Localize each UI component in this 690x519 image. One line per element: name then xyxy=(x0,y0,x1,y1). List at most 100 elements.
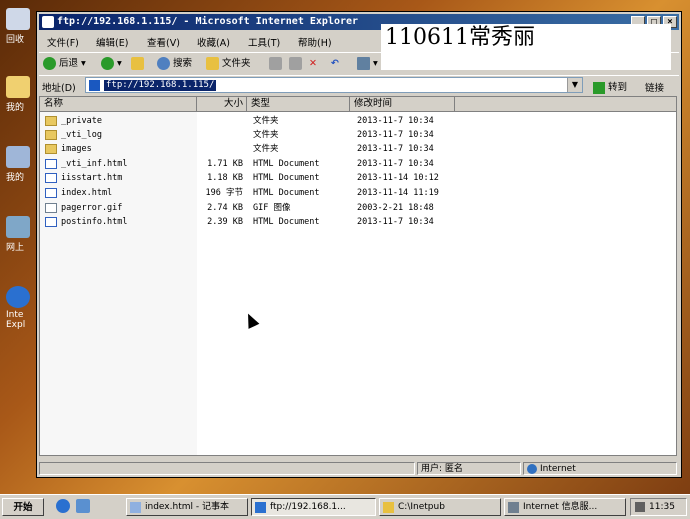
go-label: 转到 xyxy=(608,82,628,93)
search-icon xyxy=(157,57,170,70)
copy-to-button[interactable] xyxy=(289,56,305,72)
file-type: 文件夹 xyxy=(253,144,279,154)
column-size[interactable]: 大小 xyxy=(197,97,247,111)
file-name: pagerror.gif xyxy=(61,203,123,213)
file-modified: 2013-11-7 10:34 xyxy=(357,159,434,169)
file-row[interactable]: _vti_log 文件夹 2013-11-7 10:34 xyxy=(40,128,460,142)
clock: 11:35 xyxy=(649,502,675,512)
undo-button[interactable]: ↶ xyxy=(331,56,339,72)
desktop-icon-label: 网上 xyxy=(6,243,25,253)
column-type[interactable]: 类型 xyxy=(247,97,350,111)
file-size: 196 字节 xyxy=(205,188,243,198)
task-label: ftp://192.168.1... xyxy=(270,502,346,512)
menu-favorites[interactable]: 收藏(A) xyxy=(197,35,230,49)
column-name[interactable]: 名称 xyxy=(40,97,197,111)
ftp-page-icon xyxy=(89,80,100,91)
move-to-button[interactable] xyxy=(269,56,285,72)
delete-button[interactable]: ✕ xyxy=(309,56,317,72)
task-iis-manager[interactable]: Internet 信息服... xyxy=(504,498,626,516)
file-type: 文件夹 xyxy=(253,130,279,140)
file-row[interactable]: _vti_inf.html 1.71 KB HTML Document 2013… xyxy=(40,157,460,171)
address-dropdown[interactable]: ▼ xyxy=(567,78,582,92)
file-type: HTML Document xyxy=(253,173,320,183)
window-title: ftp://192.168.1.115/ - Microsoft Interne… xyxy=(57,16,359,27)
file-name: _vti_log xyxy=(61,130,102,140)
file-list-view[interactable]: 名称 大小 类型 修改时间 _private 文件夹 2013-11-7 10:… xyxy=(39,96,677,456)
task-notepad[interactable]: index.html - 记事本 xyxy=(126,498,248,516)
start-button[interactable]: 开始 xyxy=(2,498,44,516)
status-user: 用户: 匿名 xyxy=(417,462,521,475)
my-computer-icon xyxy=(6,146,30,168)
internet-zone-icon xyxy=(527,464,537,474)
go-button[interactable]: 转到 xyxy=(593,79,627,94)
folders-button[interactable]: 文件夹 xyxy=(206,56,251,72)
status-zone: Internet xyxy=(523,462,677,475)
gif-file-icon xyxy=(45,203,57,213)
taskbar: 开始 index.html - 记事本 ftp://192.168.1... C… xyxy=(0,494,690,519)
back-button[interactable]: 后退 ▾ xyxy=(43,56,86,72)
ie-icon xyxy=(6,286,30,308)
menu-view[interactable]: 查看(V) xyxy=(147,35,180,49)
task-ie-ftp[interactable]: ftp://192.168.1... xyxy=(251,498,376,516)
recycle-bin-icon xyxy=(6,8,30,30)
menu-help[interactable]: 帮助(H) xyxy=(298,35,332,49)
network-tray-icon[interactable] xyxy=(635,501,645,512)
my-documents-icon xyxy=(6,76,30,98)
views-button[interactable]: ▾ xyxy=(357,56,378,72)
status-zone-label: Internet xyxy=(540,464,576,474)
menu-tools[interactable]: 工具(T) xyxy=(248,35,280,49)
quicklaunch-ie-icon[interactable] xyxy=(56,499,70,513)
file-size: 2.39 KB xyxy=(207,217,243,227)
folder-icon xyxy=(45,144,57,154)
quicklaunch-explorer-icon[interactable] xyxy=(76,499,90,513)
folder-icon xyxy=(45,116,57,126)
file-modified: 2013-11-14 11:19 xyxy=(357,188,439,198)
overlay-annotation: 110611常秀丽 xyxy=(381,24,671,70)
file-modified: 2003-2-21 18:48 xyxy=(357,203,434,213)
file-type: 文件夹 xyxy=(253,116,279,126)
go-arrow-icon xyxy=(593,81,605,94)
search-button[interactable]: 搜索 xyxy=(157,56,192,72)
back-label: 后退 xyxy=(59,58,79,69)
file-name: _private xyxy=(61,116,102,126)
file-name: postinfo.html xyxy=(61,217,128,227)
up-folder-icon xyxy=(131,57,144,70)
address-label: 地址(D) xyxy=(42,83,76,94)
file-row[interactable]: postinfo.html 2.39 KB HTML Document 2013… xyxy=(40,215,460,229)
delete-icon: ✕ xyxy=(309,58,317,69)
menu-edit[interactable]: 编辑(E) xyxy=(96,35,128,49)
folder-icon xyxy=(383,502,394,513)
file-row[interactable]: pagerror.gif 2.74 KB GIF 图像 2003-2-21 18… xyxy=(40,201,460,215)
network-icon xyxy=(6,216,30,238)
html-file-icon xyxy=(45,159,57,169)
address-input[interactable]: ftp://192.168.1.115/ ▼ xyxy=(85,77,583,93)
file-type: HTML Document xyxy=(253,159,320,169)
file-row[interactable]: images 文件夹 2013-11-7 10:34 xyxy=(40,142,460,156)
move-to-icon xyxy=(269,57,282,70)
file-row[interactable]: _private 文件夹 2013-11-7 10:34 xyxy=(40,114,460,128)
forward-arrow-icon xyxy=(101,57,114,70)
views-icon xyxy=(357,57,370,70)
file-modified: 2013-11-7 10:34 xyxy=(357,144,434,154)
file-name: images xyxy=(61,144,92,154)
file-modified: 2013-11-7 10:34 xyxy=(357,217,434,227)
menu-file[interactable]: 文件(F) xyxy=(47,35,79,49)
forward-button[interactable]: ▾ xyxy=(101,56,122,72)
up-folder-button[interactable] xyxy=(131,56,147,72)
folders-label: 文件夹 xyxy=(222,58,251,69)
column-modified[interactable]: 修改时间 xyxy=(350,97,455,111)
file-modified: 2013-11-7 10:34 xyxy=(357,130,434,140)
file-row[interactable]: index.html 196 字节 HTML Document 2013-11-… xyxy=(40,186,460,200)
copy-to-icon xyxy=(289,57,302,70)
search-label: 搜索 xyxy=(173,58,193,69)
task-label: Internet 信息服... xyxy=(523,502,598,512)
html-file-icon xyxy=(45,188,57,198)
file-row[interactable]: iisstart.htm 1.18 KB HTML Document 2013-… xyxy=(40,171,460,185)
desktop-icon-label: 回收 xyxy=(6,35,25,45)
file-name: iisstart.htm xyxy=(61,173,123,183)
folder-icon xyxy=(45,130,57,140)
file-name: index.html xyxy=(61,188,113,198)
links-button[interactable]: 链接 xyxy=(645,80,664,94)
ie-window-icon xyxy=(42,16,54,28)
task-explorer-inetpub[interactable]: C:\Inetpub xyxy=(379,498,501,516)
